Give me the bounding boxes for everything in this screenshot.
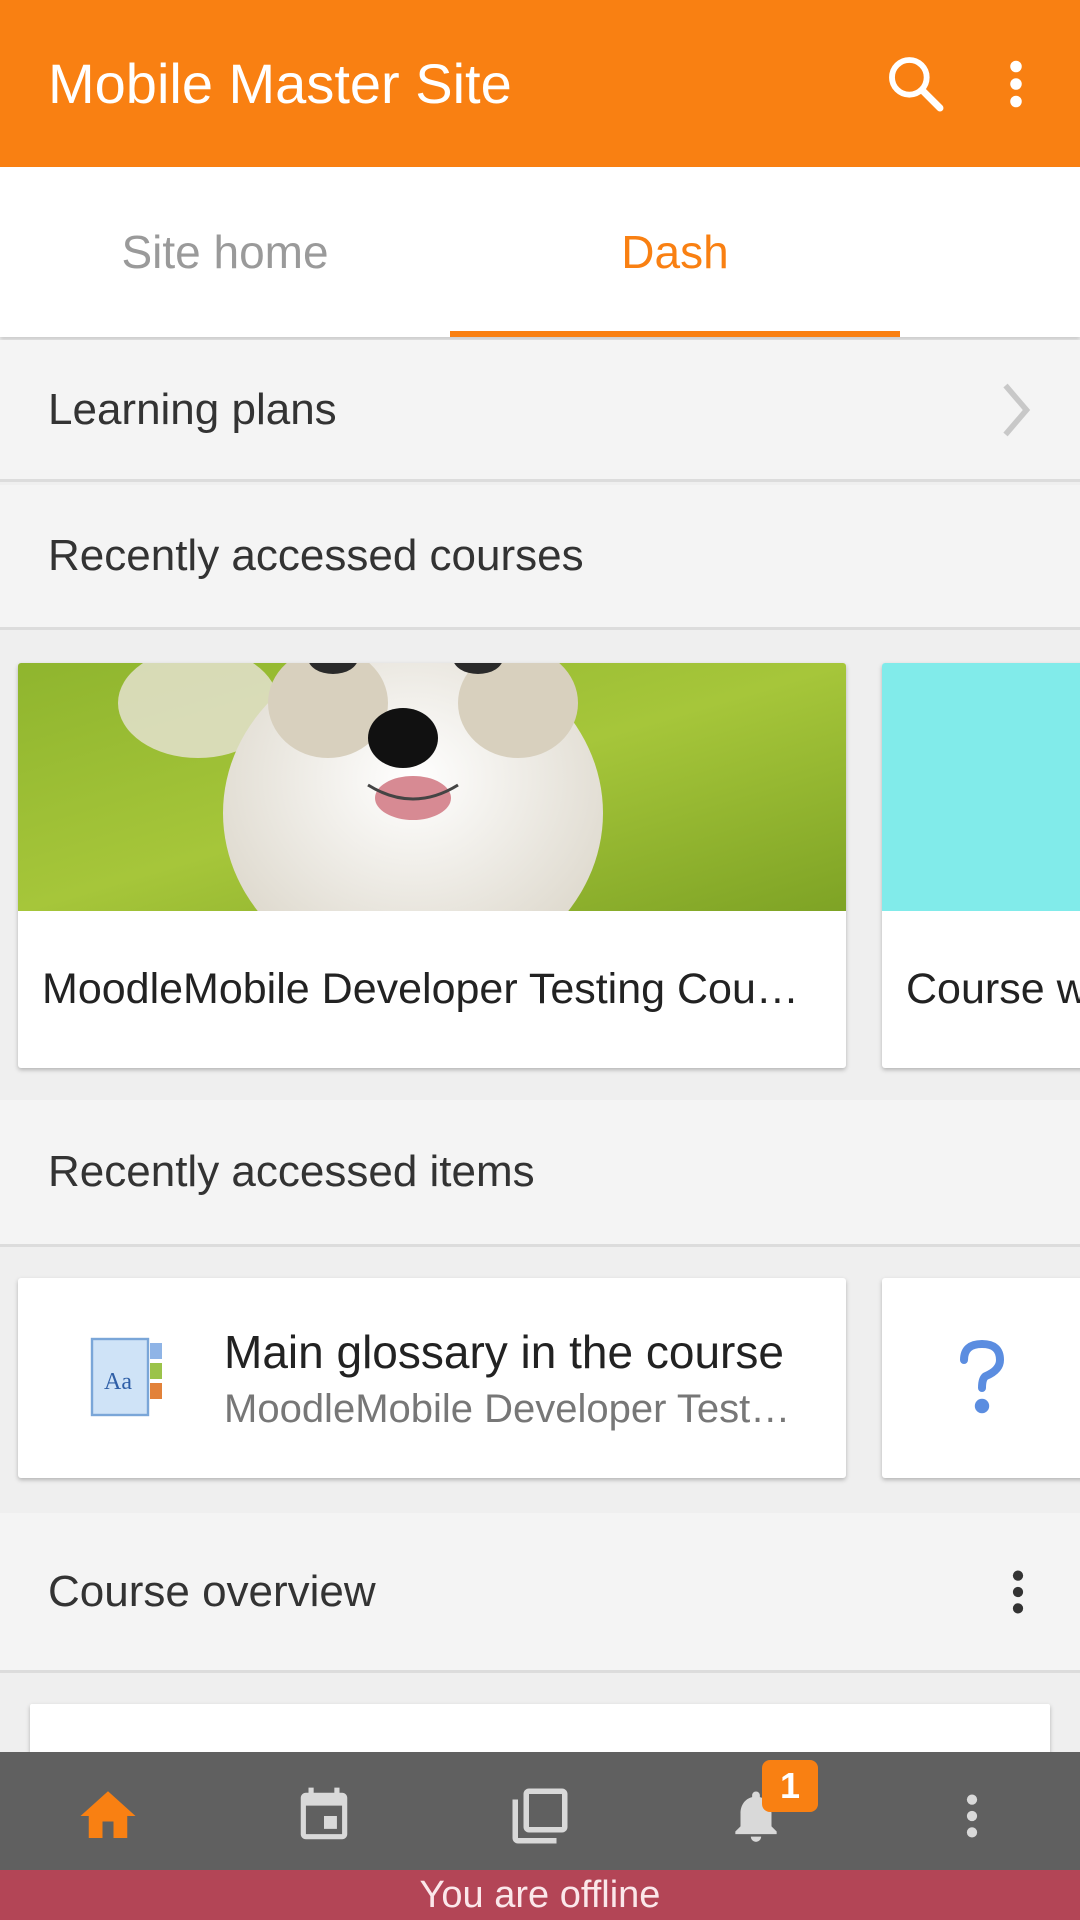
recent-items-carousel[interactable]: Aa Main glossary in the course MoodleMob… <box>0 1250 1080 1510</box>
item-title: Main glossary in the course <box>224 1325 784 1378</box>
recent-courses-header: Recently accessed courses <box>0 485 1080 630</box>
course-image <box>882 663 1080 911</box>
nav-home[interactable] <box>0 1752 216 1870</box>
recent-item-card[interactable] <box>882 1278 1080 1478</box>
question-icon <box>922 1318 1042 1438</box>
nav-more[interactable] <box>864 1752 1080 1870</box>
bottom-navigation: 1 <box>0 1752 1080 1870</box>
svg-text:Aa: Aa <box>104 1369 132 1395</box>
chevron-right-icon <box>1003 383 1031 436</box>
offline-status-bar: You are offline <box>0 1870 1080 1920</box>
messages-icon <box>512 1788 568 1844</box>
glossary-icon: Aa <box>68 1318 188 1438</box>
course-overview-title: Course overview <box>48 1566 376 1616</box>
learning-plans-row[interactable]: Learning plans <box>0 340 1080 482</box>
search-icon <box>889 56 944 111</box>
more-icon <box>966 1794 978 1838</box>
recent-items-header: Recently accessed items <box>0 1100 1080 1247</box>
nav-calendar[interactable] <box>216 1752 432 1870</box>
site-title: Mobile Master Site <box>48 52 512 115</box>
learning-plans-label: Learning plans <box>48 384 337 434</box>
more-vertical-icon <box>1012 1570 1024 1613</box>
home-icon <box>80 1791 136 1838</box>
tab-bar: Site home Dash <box>0 167 1080 337</box>
recent-courses-carousel[interactable]: MoodleMobile Developer Testing Cou… Cour… <box>0 633 1080 1097</box>
recent-item-card[interactable]: Aa Main glossary in the course MoodleMob… <box>18 1278 846 1478</box>
course-card[interactable]: MoodleMobile Developer Testing Cou… <box>18 663 846 1068</box>
course-image <box>18 663 846 911</box>
nav-notifications[interactable]: 1 <box>648 1752 864 1870</box>
course-card[interactable]: Course w <box>882 663 1080 1068</box>
course-name: MoodleMobile Developer Testing Cou… <box>42 965 799 1013</box>
calendar-icon <box>300 1787 348 1840</box>
overflow-menu-button[interactable] <box>966 34 1066 134</box>
search-button[interactable] <box>866 34 966 134</box>
course-overview-menu-button[interactable] <box>968 1542 1068 1642</box>
course-overview-header: Course overview <box>0 1513 1080 1673</box>
nav-messages[interactable] <box>432 1752 648 1870</box>
notification-badge: 1 <box>762 1760 818 1812</box>
item-subtitle: MoodleMobile Developer Test… <box>224 1386 791 1431</box>
app-bar: Mobile Master Site <box>0 0 1080 167</box>
course-name: Course w <box>906 965 1080 1013</box>
puppy-photo <box>18 663 846 911</box>
more-vertical-icon <box>1010 60 1022 107</box>
recent-items-title: Recently accessed items <box>48 1147 535 1196</box>
tab-dash[interactable]: Dash <box>450 167 900 337</box>
offline-text: You are offline <box>419 1873 661 1916</box>
tab-site-home[interactable]: Site home <box>0 167 450 337</box>
recent-courses-title: Recently accessed courses <box>48 531 584 580</box>
